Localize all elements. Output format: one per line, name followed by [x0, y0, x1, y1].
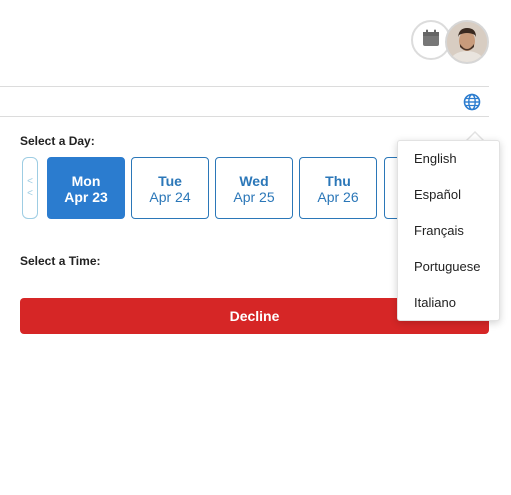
day-name: Wed — [239, 173, 269, 189]
language-option-espanol[interactable]: Español — [414, 187, 461, 202]
language-button[interactable] — [463, 93, 481, 111]
day-name: Thu — [325, 173, 351, 189]
language-dropdown: English Español Français Portuguese Ital… — [397, 140, 500, 321]
day-date: Apr 26 — [317, 189, 359, 205]
day-date: Apr 24 — [149, 189, 191, 205]
language-option-english[interactable]: English — [414, 151, 457, 166]
chevron-left-icon: < — [27, 188, 33, 199]
day-date: Apr 23 — [64, 189, 108, 205]
day-name: Mon — [71, 173, 101, 189]
chevron-left-icon: < — [27, 176, 33, 187]
language-option-portuguese[interactable]: Portuguese — [414, 259, 481, 274]
divider-bottom — [0, 116, 489, 117]
select-time-label: Select a Time: — [20, 254, 101, 268]
language-option-italiano[interactable]: Italiano — [414, 295, 456, 310]
day-card-thu[interactable]: Thu Apr 26 — [299, 157, 377, 219]
day-card-mon[interactable]: Mon Apr 23 — [47, 157, 125, 219]
day-name: Tue — [158, 173, 182, 189]
prev-days-button[interactable]: < < — [22, 157, 38, 219]
avatar[interactable] — [445, 20, 489, 64]
language-option-francais[interactable]: Français — [414, 223, 464, 238]
select-day-label: Select a Day: — [20, 134, 95, 148]
day-card-tue[interactable]: Tue Apr 24 — [131, 157, 209, 219]
divider-top — [0, 86, 489, 87]
globe-icon — [463, 93, 481, 115]
day-card-wed[interactable]: Wed Apr 25 — [215, 157, 293, 219]
day-date: Apr 25 — [233, 189, 275, 205]
user-avatar-icon — [447, 22, 487, 62]
calendar-icon — [421, 28, 441, 53]
